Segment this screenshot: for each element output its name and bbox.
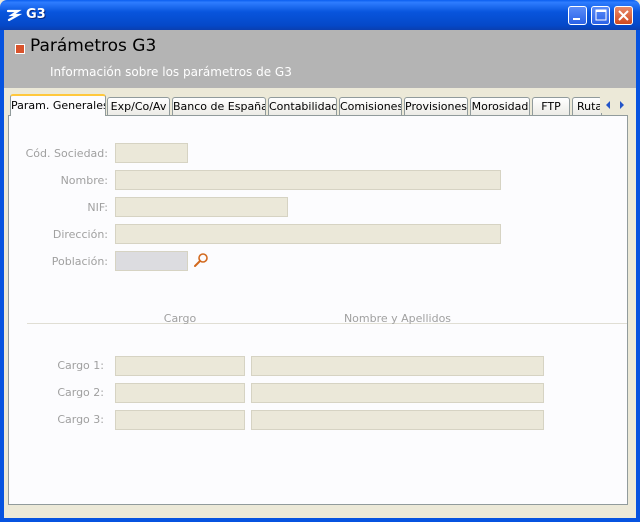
nombre-apellidos-column-header: Nombre y Apellidos bbox=[343, 312, 452, 325]
app-icon bbox=[6, 9, 22, 22]
page-header: Parámetros G3 Información sobre los pará… bbox=[4, 30, 636, 88]
search-icon[interactable] bbox=[193, 252, 209, 268]
tab-morosidad[interactable]: Morosidad bbox=[470, 97, 530, 115]
maximize-icon bbox=[595, 9, 607, 21]
cargo-1-nombre-field[interactable] bbox=[251, 356, 544, 376]
cargo-2-nombre-field[interactable] bbox=[251, 383, 544, 403]
page-title: Parámetros G3 bbox=[30, 36, 157, 56]
cargo-2-label: Cargo 2: bbox=[57, 386, 104, 399]
maximize-button[interactable] bbox=[591, 6, 610, 25]
nif-label: NIF: bbox=[87, 201, 108, 214]
window-client: Parámetros G3 Información sobre los pará… bbox=[4, 30, 636, 518]
cargo-3-field[interactable] bbox=[115, 410, 245, 430]
cargo-3-nombre-field[interactable] bbox=[251, 410, 544, 430]
window-titlebar[interactable]: G3 bbox=[0, 0, 640, 30]
minimize-button[interactable] bbox=[568, 6, 587, 25]
nif-field[interactable] bbox=[115, 197, 288, 217]
window-frame: Parámetros G3 Información sobre los pará… bbox=[0, 30, 640, 522]
tab-banco-de-espana[interactable]: Banco de España bbox=[172, 97, 266, 115]
cargo-1-field[interactable] bbox=[115, 356, 245, 376]
close-button[interactable] bbox=[614, 6, 633, 25]
tab-rutas[interactable]: Rutas bbox=[572, 97, 602, 115]
close-icon bbox=[618, 10, 629, 21]
tab-scroll-right-icon[interactable] bbox=[615, 97, 630, 113]
cargo-3-label: Cargo 3: bbox=[57, 413, 104, 426]
tab-param-generales[interactable]: Param. Generales bbox=[10, 94, 106, 116]
poblacion-label: Población: bbox=[51, 255, 108, 268]
poblacion-field[interactable] bbox=[115, 251, 188, 271]
tab-scroll-arrows bbox=[600, 97, 630, 113]
nombre-label: Nombre: bbox=[60, 174, 108, 187]
tab-comisiones[interactable]: Comisiones bbox=[339, 97, 402, 115]
cargo-column-header: Cargo bbox=[163, 312, 197, 325]
tab-exp-co-av[interactable]: Exp/Co/Av bbox=[107, 97, 170, 115]
tab-provisiones[interactable]: Provisiones bbox=[404, 97, 468, 115]
tab-ftp[interactable]: FTP bbox=[532, 97, 570, 115]
tab-contabilidad[interactable]: Contabilidad bbox=[268, 97, 337, 115]
minimize-icon bbox=[573, 18, 580, 20]
page-subtitle: Información sobre los parámetros de G3 bbox=[50, 65, 292, 79]
cargo-1-label: Cargo 1: bbox=[57, 359, 104, 372]
tab-panel-param-generales: Cód. Sociedad: Nombre: NIF: Dirección: P… bbox=[8, 115, 628, 505]
cod-sociedad-field[interactable] bbox=[115, 143, 188, 163]
cod-sociedad-label: Cód. Sociedad: bbox=[25, 147, 108, 160]
direccion-field[interactable] bbox=[115, 224, 501, 244]
cargo-2-field[interactable] bbox=[115, 383, 245, 403]
header-icon bbox=[15, 44, 25, 54]
nombre-field[interactable] bbox=[115, 170, 501, 190]
direccion-label: Dirección: bbox=[52, 228, 108, 241]
window-title: G3 bbox=[26, 7, 46, 22]
